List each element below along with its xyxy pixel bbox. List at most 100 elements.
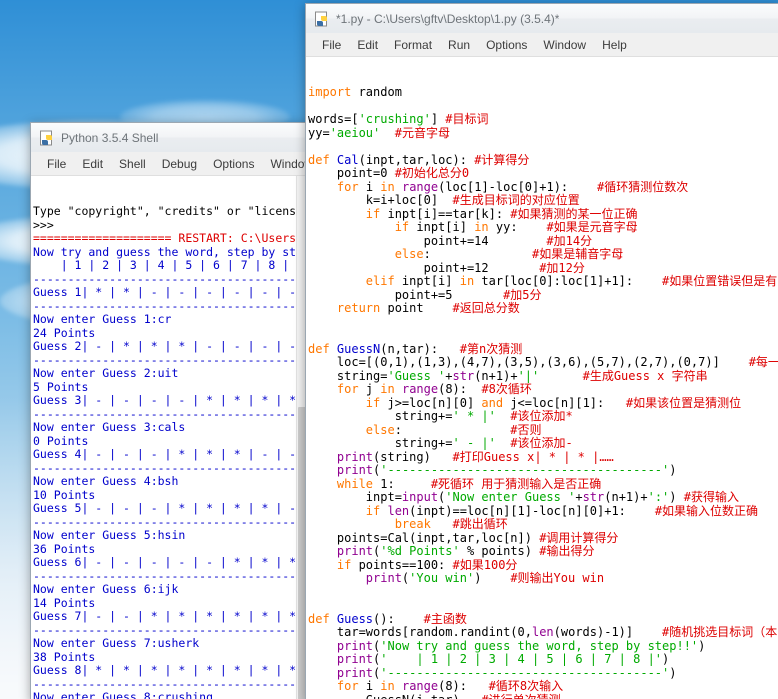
- code-token: and: [481, 395, 504, 410]
- shell-line: Guess 7| - | - | * | * | * | * | * | *: [33, 609, 304, 623]
- code-token: point+=14: [308, 233, 547, 248]
- editor-titlebar[interactable]: *1.py - C:\Users\gftv\Desktop\1.py (3.5.…: [306, 4, 778, 33]
- shell-titlebar[interactable]: Python 3.5.4 Shell: [31, 123, 307, 152]
- code-token: +: [445, 368, 453, 383]
- code-token: #打印Guess x| * | * |……: [452, 449, 614, 464]
- code-line: print('Now try and guess the word, step …: [308, 638, 778, 654]
- shell-menu-options[interactable]: Options: [205, 155, 262, 173]
- code-line: points=Cal(inpt,tar,loc[n]) #调用计算得分: [308, 530, 778, 546]
- code-token: return: [336, 301, 381, 315]
- code-token: point+=12: [308, 260, 540, 275]
- shell-menu-edit[interactable]: Edit: [74, 155, 111, 173]
- code-token: '%d Points': [380, 544, 460, 558]
- code-token: 'Now try and guess the word, step by ste…: [380, 638, 699, 653]
- shell-menu-shell[interactable]: Shell: [111, 155, 154, 173]
- shell-line: ----------------------------------------: [33, 298, 307, 313]
- code-token: #调用计算得分: [539, 530, 619, 545]
- code-line: print(string) #打印Guess x| * | * |……: [308, 449, 778, 465]
- code-token: :: [394, 422, 511, 437]
- shell-output-area[interactable]: Type "copyright", "credits" or "license >…: [31, 176, 307, 699]
- editor-menu-options[interactable]: Options: [478, 36, 535, 54]
- code-token: (n+1)+: [604, 490, 648, 504]
- code-token: ' * |': [452, 409, 496, 423]
- code-line: print('%d Points' % points) #输出得分: [308, 544, 778, 559]
- shell-title: Python 3.5.4 Shell: [61, 130, 159, 145]
- code-token: (inpt)==loc[n][1]-loc[n][0]+1:: [409, 503, 655, 518]
- code-line: print('---------------------------------…: [308, 665, 778, 681]
- code-token: +: [575, 490, 583, 504]
- code-token: #元音字母: [394, 125, 450, 140]
- code-token: #如果该位置是猜测位: [625, 395, 742, 410]
- editor-menu-file[interactable]: File: [314, 36, 349, 54]
- code-token: 'aeiou': [329, 125, 381, 140]
- editor-menubar[interactable]: File Edit Format Run Options Window Help: [306, 33, 778, 57]
- code-token: GuessN(i,tar): [308, 693, 481, 699]
- code-token: #跳出循环: [452, 517, 508, 531]
- editor-menu-window[interactable]: Window: [535, 36, 594, 54]
- code-token: len: [387, 503, 410, 518]
- code-line: def Guess(): #主函数: [308, 611, 778, 627]
- editor-code-area[interactable]: import random words=['crushing'] #目标词 yy=…: [306, 57, 778, 699]
- shell-line: Guess 3| - | - | - | - | * | * | * | *: [33, 393, 304, 407]
- code-token: print: [336, 665, 374, 680]
- shell-line: Now try and guess the word, step by ste: [33, 244, 304, 259]
- shell-line: ----------------------------------------: [33, 352, 307, 367]
- code-token: #循环8次输入: [488, 679, 564, 693]
- code-line: print(' | 1 | 2 | 3 | 4 | 5 | 6 | 7 | 8 …: [308, 652, 778, 667]
- code-line: for j in range(8): #8次循环: [308, 382, 778, 397]
- shell-line: Now enter Guess 3:cals: [33, 420, 186, 434]
- code-line: elif inpt[i] in tar[loc[0]:loc[1]+1]: #如…: [308, 274, 778, 289]
- editor-menu-edit[interactable]: Edit: [349, 36, 386, 54]
- code-token: ): [474, 571, 511, 585]
- code-token: string+=: [308, 436, 453, 450]
- code-token: #如果位置错误但是有: [662, 274, 778, 288]
- code-line: else: #如果是辅音字母: [308, 247, 778, 262]
- code-line: import random: [308, 85, 778, 100]
- python-shell-window[interactable]: Python 3.5.4 Shell File Edit Shell Debug…: [30, 122, 308, 699]
- code-token: in: [380, 179, 395, 194]
- code-token: def: [308, 341, 337, 356]
- code-token: 'You win': [409, 571, 475, 585]
- code-token: if: [365, 395, 381, 410]
- code-token: words=[: [308, 112, 359, 126]
- shell-line: Guess 5| - | - | - | * | * | * | * | -: [33, 501, 304, 515]
- editor-menu-format[interactable]: Format: [386, 36, 440, 54]
- code-line: tar=words[random.randint(0,len(words)-1)…: [308, 625, 778, 640]
- code-line: for i in range(8): #循环8次输入: [308, 679, 778, 694]
- code-token: #随机挑选目标词（本: [662, 625, 778, 639]
- shell-line: 36 Points: [33, 541, 96, 556]
- code-line: point+=12 #加12分: [308, 260, 778, 276]
- shell-line: ----------------------------------------: [33, 271, 307, 286]
- code-line: def Cal(inpt,tar,loc): #计算得分: [308, 153, 778, 168]
- code-token: #死循环 用于猜测输入是否正确: [430, 476, 602, 491]
- shell-menubar[interactable]: File Edit Shell Debug Options Window Hel…: [31, 152, 307, 176]
- code-token: (words)-1)]: [553, 625, 663, 639]
- editor-menu-help[interactable]: Help: [594, 36, 635, 54]
- code-token: input: [401, 490, 439, 504]
- code-token: j: [358, 382, 381, 396]
- code-token: ' | 1 | 2 | 3 | 4 | 5 | 6 | 7 | 8 |': [380, 652, 663, 666]
- code-token: import: [308, 85, 359, 99]
- shell-menu-file[interactable]: File: [39, 155, 74, 173]
- code-token: #主函数: [423, 611, 467, 626]
- shell-line: Now enter Guess 6:ijk: [33, 582, 179, 596]
- editor-menu-run[interactable]: Run: [440, 36, 478, 54]
- code-token: point=0: [308, 166, 395, 180]
- idle-editor-window[interactable]: *1.py - C:\Users\gftv\Desktop\1.py (3.5.…: [305, 3, 778, 699]
- code-token: elif: [365, 274, 395, 288]
- shell-menu-debug[interactable]: Debug: [154, 155, 205, 173]
- shell-menu-window[interactable]: Window: [262, 155, 307, 173]
- code-token: in: [459, 274, 475, 288]
- code-token: GuessN: [336, 341, 381, 356]
